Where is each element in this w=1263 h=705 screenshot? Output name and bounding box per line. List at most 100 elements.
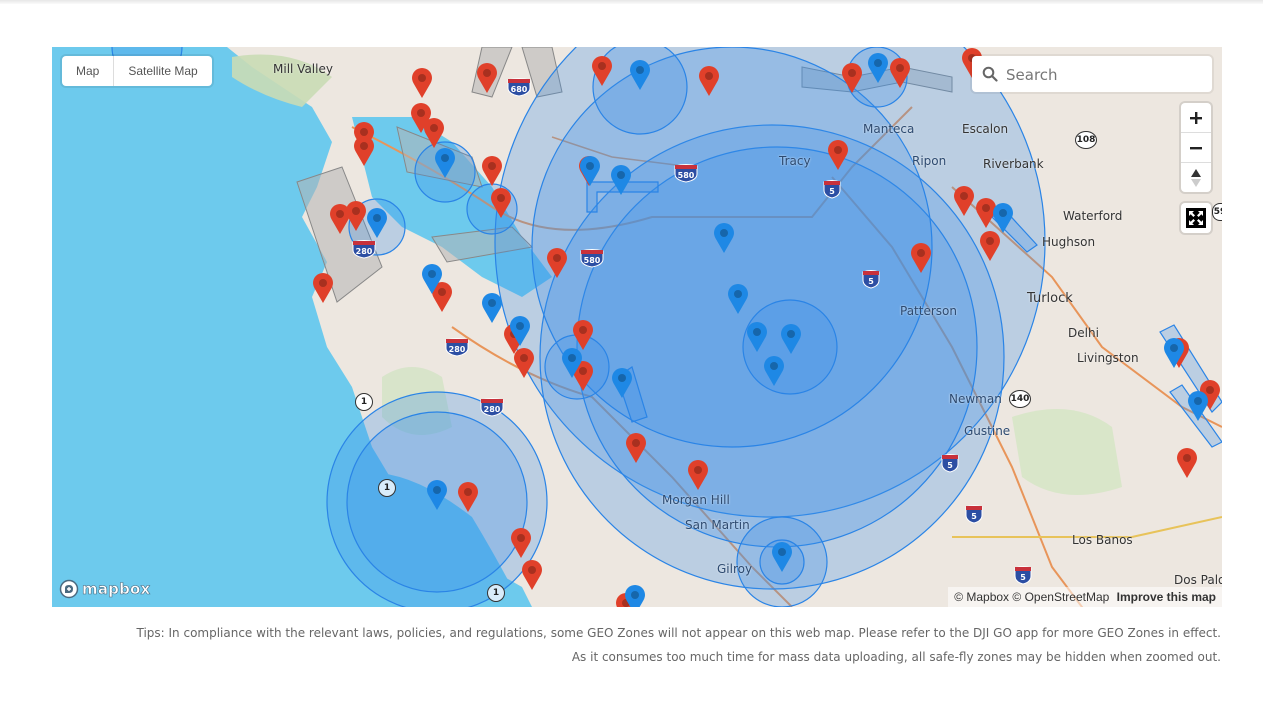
- authorization-zone-marker-blue[interactable]: [1163, 337, 1185, 369]
- search-icon: [982, 66, 998, 82]
- authorization-zone-marker-blue[interactable]: [421, 263, 443, 295]
- zoom-out-button[interactable]: [1181, 132, 1211, 162]
- place-label-gustine: Gustine: [964, 424, 1011, 438]
- route-shield: 1: [355, 393, 373, 411]
- authorization-zone-marker-blue[interactable]: [610, 164, 632, 196]
- restricted-zone-marker-red[interactable]: [625, 432, 647, 464]
- restricted-zone-marker-red[interactable]: [591, 55, 613, 87]
- place-label-escalon: Escalon: [962, 122, 1009, 136]
- authorization-zone-marker-blue[interactable]: [867, 52, 889, 84]
- svg-text:680: 680: [511, 85, 528, 94]
- authorization-zone-marker-blue[interactable]: [426, 479, 448, 511]
- attribution-mapbox[interactable]: © Mapbox: [954, 590, 1009, 604]
- restricted-zone-marker-red[interactable]: [312, 272, 334, 304]
- compass-icon: [1191, 168, 1201, 187]
- place-label-patterson: Patterson: [900, 304, 957, 318]
- attribution-osm[interactable]: © OpenStreetMap: [1012, 590, 1109, 604]
- restricted-zone-marker-red[interactable]: [979, 230, 1001, 262]
- search-input[interactable]: [1004, 56, 1208, 94]
- route-shield: 108: [1075, 131, 1097, 149]
- authorization-zone-marker-blue[interactable]: [1187, 390, 1209, 422]
- authorization-zone-marker-blue[interactable]: [780, 323, 802, 355]
- restricted-zone-marker-red[interactable]: [1176, 447, 1198, 479]
- authorization-zone-marker-blue[interactable]: [366, 207, 388, 239]
- restricted-zone-marker-red[interactable]: [687, 459, 709, 491]
- place-label-dos-palos: Dos Palos: [1174, 573, 1222, 587]
- place-label-newman: Newman: [949, 392, 1002, 406]
- satellite-view-button[interactable]: Satellite Map: [113, 56, 211, 86]
- park: [1012, 409, 1122, 495]
- route-shield: 140: [1009, 390, 1031, 408]
- interstate-shield: 580: [580, 248, 604, 268]
- place-label-riverbank: Riverbank: [983, 157, 1044, 171]
- zoom-in-button[interactable]: [1181, 103, 1211, 132]
- place-label-hughson: Hughson: [1042, 235, 1096, 249]
- authorization-zone-marker-blue[interactable]: [771, 541, 793, 573]
- authorization-zone-marker-blue[interactable]: [624, 584, 646, 607]
- map-canvas[interactable]: [52, 47, 1222, 607]
- restricted-zone-marker-red[interactable]: [513, 347, 535, 379]
- interstate-shield: 5: [1014, 565, 1032, 585]
- map-type-toggle: Map Satellite Map: [62, 56, 212, 86]
- authorization-zone-marker-blue[interactable]: [727, 283, 749, 315]
- place-label-morgan-hill: Morgan Hill: [662, 493, 730, 507]
- authorization-zone-marker-blue[interactable]: [992, 202, 1014, 234]
- restricted-zone-marker-red[interactable]: [476, 62, 498, 94]
- authorization-zone-marker-blue[interactable]: [434, 147, 456, 179]
- restricted-zone-marker-red[interactable]: [345, 200, 367, 232]
- authorization-zone-marker-blue[interactable]: [746, 321, 768, 353]
- place-label-mill-valley: Mill Valley: [273, 62, 333, 76]
- restricted-zone-marker-red[interactable]: [910, 242, 932, 274]
- interstate-shield: 5: [862, 269, 880, 289]
- authorization-zone-marker-blue[interactable]: [579, 155, 601, 187]
- interstate-shield: 580: [674, 163, 698, 183]
- plus-icon: [1190, 111, 1202, 124]
- place-label-los-banos: Los Banos: [1072, 533, 1133, 547]
- svg-text:5: 5: [829, 187, 835, 196]
- interstate-shield: 5: [941, 453, 959, 473]
- svg-text:5: 5: [868, 277, 874, 286]
- authorization-zone-marker-blue[interactable]: [763, 355, 785, 387]
- reset-bearing-button[interactable]: [1181, 162, 1211, 192]
- place-label-ripon: Ripon: [912, 154, 947, 168]
- authorization-zone-marker-blue[interactable]: [509, 315, 531, 347]
- restricted-zone-marker-red[interactable]: [411, 67, 433, 99]
- place-label-tracy: Tracy: [779, 154, 811, 168]
- restricted-zone-marker-red[interactable]: [953, 185, 975, 217]
- restricted-zone-marker-red[interactable]: [457, 481, 479, 513]
- restricted-zone-marker-red[interactable]: [510, 527, 532, 559]
- authorization-zone-marker-blue[interactable]: [481, 292, 503, 324]
- svg-text:5: 5: [947, 461, 953, 470]
- authorization-zone-marker-blue[interactable]: [629, 59, 651, 91]
- restricted-zone-marker-red[interactable]: [490, 187, 512, 219]
- minus-icon: [1190, 146, 1202, 149]
- restricted-zone-marker-red[interactable]: [521, 559, 543, 591]
- improve-map-link[interactable]: Improve this map: [1117, 590, 1216, 604]
- mapbox-logo[interactable]: mapbox: [59, 579, 151, 599]
- restricted-zone-marker-red[interactable]: [698, 65, 720, 97]
- restricted-zone-marker-red[interactable]: [481, 155, 503, 187]
- authorization-zone-marker-blue[interactable]: [713, 222, 735, 254]
- restricted-zone-marker-red[interactable]: [841, 62, 863, 94]
- restricted-zone-marker-red[interactable]: [423, 117, 445, 149]
- authorization-zone-marker-blue[interactable]: [561, 347, 583, 379]
- authorization-zone-marker-blue[interactable]: [611, 367, 633, 399]
- tips-notice: Tips: In compliance with the relevant la…: [136, 621, 1221, 669]
- tips-line-2: As it consumes too much time for mass da…: [571, 650, 1221, 664]
- place-label-waterford: Waterford: [1063, 209, 1123, 223]
- mapbox-logo-icon: [59, 579, 79, 599]
- svg-text:580: 580: [584, 256, 601, 265]
- place-label-manteca: Manteca: [863, 122, 915, 136]
- tips-line-1: Tips: In compliance with the relevant la…: [136, 626, 1221, 640]
- restricted-zone-marker-red[interactable]: [353, 135, 375, 167]
- route-shield: 1: [487, 584, 505, 602]
- place-label-san-martin: San Martin: [685, 518, 750, 532]
- restricted-zone-marker-red[interactable]: [889, 57, 911, 89]
- geo-zone-map[interactable]: Mill Valley Manteca Escalon Tracy Ripon …: [52, 47, 1222, 607]
- svg-text:280: 280: [449, 345, 466, 354]
- map-view-button[interactable]: Map: [62, 56, 113, 86]
- fullscreen-button[interactable]: [1181, 203, 1211, 233]
- restricted-zone-marker-red[interactable]: [827, 139, 849, 171]
- interstate-shield: 5: [823, 179, 841, 199]
- restricted-zone-marker-red[interactable]: [546, 247, 568, 279]
